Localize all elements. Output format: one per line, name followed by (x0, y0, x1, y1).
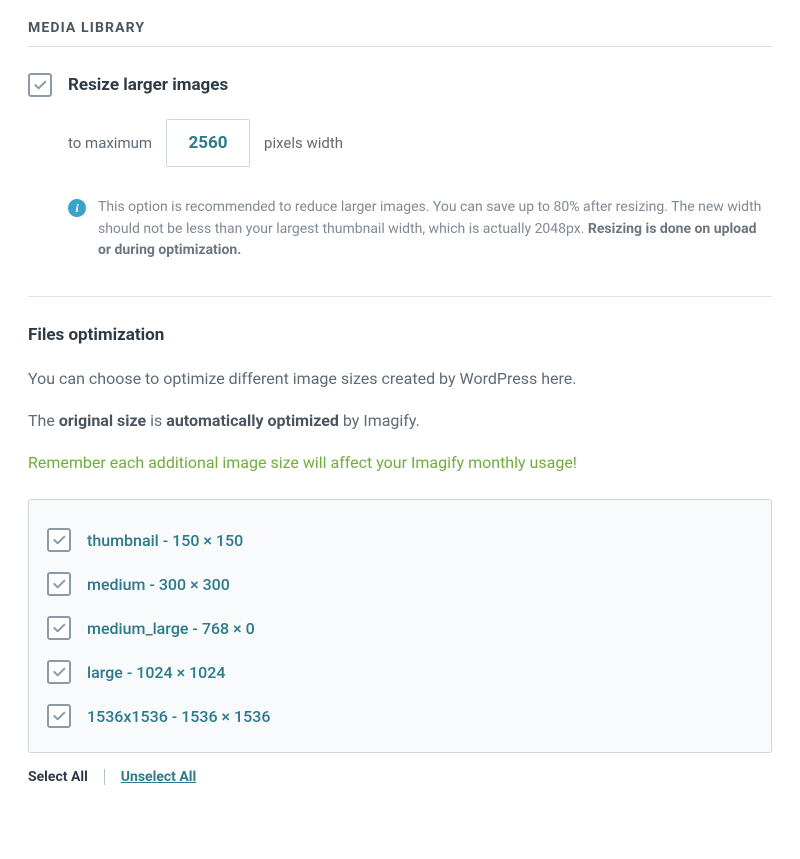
resize-checkbox[interactable] (28, 73, 52, 97)
size-checkbox-medium-large[interactable] (47, 616, 71, 640)
info-block: i This option is recommended to reduce l… (68, 197, 764, 262)
d2c: is (146, 411, 166, 430)
resize-row: Resize larger images (28, 73, 772, 97)
size-checkbox-thumbnail[interactable] (47, 528, 71, 552)
section-title-media-library: MEDIA LIBRARY (28, 20, 772, 47)
size-row-medium: medium - 300 × 300 (47, 562, 753, 606)
size-row-large: large - 1024 × 1024 (47, 650, 753, 694)
d2b: original size (59, 411, 146, 430)
max-width-input[interactable] (166, 119, 250, 167)
size-checkbox-1536[interactable] (47, 704, 71, 728)
check-icon (51, 620, 67, 636)
unselect-all-button[interactable]: Unselect All (121, 769, 196, 785)
sizes-box: thumbnail - 150 × 150 medium - 300 × 300… (28, 499, 772, 753)
select-all-button[interactable]: Select All (28, 769, 88, 785)
files-opt-desc1: You can choose to optimize different ima… (28, 367, 772, 391)
check-icon (51, 708, 67, 724)
size-label: large - 1024 × 1024 (87, 663, 225, 682)
size-row-1536: 1536x1536 - 1536 × 1536 (47, 694, 753, 738)
check-icon (51, 532, 67, 548)
max-width-row: to maximum pixels width (68, 119, 772, 167)
files-opt-warning: Remember each additional image size will… (28, 451, 772, 475)
check-icon (32, 77, 48, 93)
size-row-thumbnail: thumbnail - 150 × 150 (47, 518, 753, 562)
size-actions: Select All Unselect All (28, 753, 772, 785)
d2d: automatically optimized (166, 411, 339, 430)
size-label: medium_large - 768 × 0 (87, 619, 255, 638)
check-icon (51, 576, 67, 592)
size-label: 1536x1536 - 1536 × 1536 (87, 707, 270, 726)
max-suffix: pixels width (264, 134, 343, 152)
size-label: medium - 300 × 300 (87, 575, 230, 594)
d2a: The (28, 411, 59, 430)
d2e: by Imagify. (339, 411, 420, 430)
size-checkbox-medium[interactable] (47, 572, 71, 596)
files-opt-desc2: The original size is automatically optim… (28, 409, 772, 433)
resize-block: Resize larger images to maximum pixels w… (28, 47, 772, 262)
info-text: This option is recommended to reduce lar… (98, 197, 764, 262)
max-prefix: to maximum (68, 134, 152, 152)
size-checkbox-large[interactable] (47, 660, 71, 684)
size-row-medium-large: medium_large - 768 × 0 (47, 606, 753, 650)
divider (28, 296, 772, 297)
size-label: thumbnail - 150 × 150 (87, 531, 243, 550)
resize-label: Resize larger images (68, 73, 228, 97)
files-optimization-title: Files optimization (28, 325, 772, 345)
check-icon (51, 664, 67, 680)
separator (104, 769, 105, 785)
info-icon: i (68, 199, 86, 217)
